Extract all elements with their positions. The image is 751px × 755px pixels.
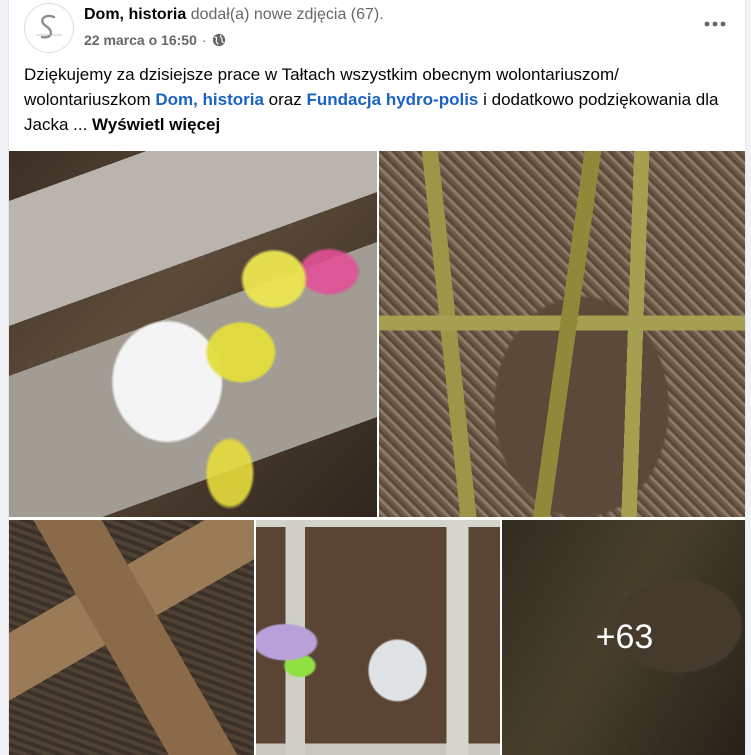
post-header: Dom, historia dodał(a) nowe zdjęcia (67)… — [9, 0, 745, 58]
photo-4-grave-cleanup[interactable] — [256, 520, 500, 755]
more-horizontal-icon — [704, 21, 726, 27]
photo-2-grave-frame[interactable] — [379, 151, 745, 517]
page-link-dom-historia[interactable]: Dom, historia — [155, 90, 264, 109]
page-logo-icon — [27, 6, 71, 50]
author-name[interactable]: Dom, historia — [84, 6, 186, 23]
more-photos-count: +63 — [595, 618, 654, 656]
meta-separator: · — [201, 32, 207, 48]
photo-5-more-photos[interactable]: +63 — [502, 520, 745, 755]
post-timestamp[interactable]: 22 marca o 16:50 — [84, 31, 197, 49]
photo-3-iron-cross[interactable] — [9, 520, 254, 755]
post-options-button[interactable] — [697, 8, 733, 40]
post-card: Dom, historia dodał(a) nowe zdjęcia (67)… — [8, 0, 746, 755]
globe-icon[interactable] — [212, 33, 226, 47]
page-link-fundacja[interactable]: Fundacja hydro-polis — [306, 90, 478, 109]
author-line: Dom, historia dodał(a) nowe zdjęcia (67)… — [84, 5, 384, 25]
post-message: Dziękujemy za dzisiejsze prace w Tałtach… — [24, 62, 734, 137]
post-text-part2: oraz — [263, 90, 307, 109]
photo-1-tombstone-fragment[interactable] — [9, 151, 377, 517]
post-action-text: dodał(a) nowe zdjęcia (67). — [190, 6, 384, 23]
see-more-link[interactable]: Wyświetl więcej — [92, 115, 220, 134]
page-avatar[interactable] — [24, 3, 74, 53]
post-meta: 22 marca o 16:50 · — [84, 31, 226, 49]
